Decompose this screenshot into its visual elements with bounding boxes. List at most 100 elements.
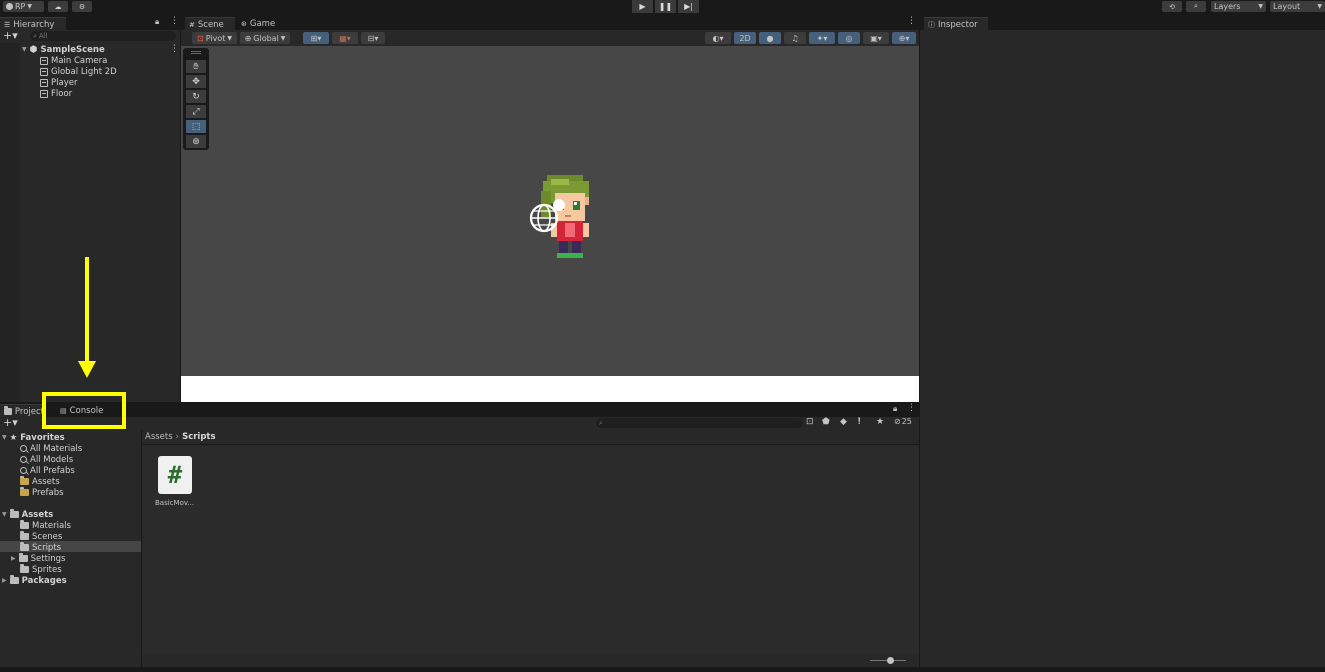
camera-settings-button[interactable]: ▣▾ xyxy=(863,32,889,44)
hidden-packages-toggle[interactable]: ⊘ 25 xyxy=(894,417,912,426)
asset-folder-label: Materials xyxy=(32,520,71,531)
rect-icon: ⬚ xyxy=(191,121,201,132)
grid-visibility-button[interactable]: ▦▾ xyxy=(332,32,358,44)
hierarchy-item[interactable]: Floor xyxy=(40,88,72,99)
expand-arrow-icon: ▶ xyxy=(2,577,7,584)
layout-dropdown[interactable]: Layout ▼ xyxy=(1270,1,1325,12)
star-icon[interactable]: ★ xyxy=(876,417,884,427)
asset-folder-label: Sprites xyxy=(32,564,62,575)
lock-icon[interactable]: 🔒︎ xyxy=(155,17,159,27)
tab-inspector[interactable]: ⓘ Inspector xyxy=(924,17,988,31)
grid-snap-button[interactable]: ⊞▾ xyxy=(303,32,329,44)
more-icon[interactable]: ⋮ xyxy=(170,16,179,26)
hierarchy-item[interactable]: Main Camera xyxy=(40,55,107,66)
step-button[interactable]: ▶| xyxy=(678,0,699,13)
pivot-icon: ⊡ xyxy=(197,33,204,43)
global-dropdown[interactable]: ⊕ Global ▼ xyxy=(240,32,290,44)
favorites-row[interactable]: ▼ ★ Favorites xyxy=(2,432,65,443)
packages-row[interactable]: ▶ Packages xyxy=(2,575,67,586)
move-tool[interactable]: ✥ xyxy=(186,75,206,88)
game-view-strip xyxy=(181,376,919,402)
tab-game[interactable]: ⊛ Game xyxy=(237,17,287,31)
collab-button[interactable]: ⚙ xyxy=(72,1,92,12)
tab-scene[interactable]: # Scene xyxy=(185,17,235,31)
transform-tool[interactable]: ⊛ xyxy=(186,135,206,148)
eye-slash-icon: ⊘ xyxy=(894,417,901,426)
favorite-item[interactable]: All Prefabs xyxy=(20,465,75,476)
tag-icon[interactable]: ◆ xyxy=(840,417,847,427)
search-icon: ⌕ xyxy=(33,31,37,40)
hierarchy-item[interactable]: Global Light 2D xyxy=(40,66,117,77)
hierarchy-search-input[interactable]: ⌕ All xyxy=(30,31,176,41)
asset-folder[interactable]: Materials xyxy=(20,520,71,531)
folder-icon xyxy=(20,542,29,551)
play-button[interactable]: ▶ xyxy=(632,0,653,13)
pivot-label: Pivot xyxy=(205,33,226,43)
asset-folder[interactable]: Sprites xyxy=(20,564,62,575)
pause-button[interactable]: ❚❚ xyxy=(655,0,676,13)
audio-toggle[interactable]: ♫ xyxy=(784,32,806,44)
cloud-button[interactable]: ☁ xyxy=(48,1,68,12)
hidden-objects-toggle[interactable]: ◎ xyxy=(838,32,860,44)
scene-viewport[interactable] xyxy=(181,46,919,376)
favorite-item[interactable]: All Materials xyxy=(20,443,82,454)
add-button[interactable]: +▾ xyxy=(3,416,18,429)
rotate-icon: ↻ xyxy=(192,91,200,102)
asset-folder-selected[interactable]: Scripts xyxy=(20,542,61,553)
favorite-item[interactable]: All Models xyxy=(20,454,73,465)
folder-icon xyxy=(9,575,19,584)
hierarchy-tabbar: ☰ Hierarchy 🔒︎ ⋮ xyxy=(0,16,180,31)
lighting-toggle[interactable]: ● xyxy=(759,32,781,44)
breadcrumb-assets[interactable]: Assets xyxy=(145,432,173,442)
hand-tool[interactable]: ✋︎ xyxy=(186,60,206,73)
asset-tile[interactable]: # BasicMov... xyxy=(155,456,205,510)
increment-snap-button[interactable]: ⊟▾ xyxy=(361,32,385,44)
rotate-tool[interactable]: ↻ xyxy=(186,90,206,103)
drag-handle-icon[interactable] xyxy=(191,51,201,54)
favorite-item-label: Prefabs xyxy=(32,487,64,498)
layers-label: Layers xyxy=(1214,2,1241,11)
search-by-type-icon[interactable]: ⊡ xyxy=(806,417,814,427)
favorite-item-label: All Materials xyxy=(30,443,83,454)
shading-mode-button[interactable]: ◐▾ xyxy=(705,32,731,44)
inspector-tabbar: ⓘ Inspector xyxy=(920,16,1325,31)
warning-icon[interactable]: ❗︎ xyxy=(858,417,860,427)
account-dropdown[interactable]: RP ▼ xyxy=(3,1,44,12)
lightbulb-icon: ● xyxy=(766,33,774,43)
gizmos-button[interactable]: ⊕▾ xyxy=(892,32,916,44)
breadcrumb-scripts[interactable]: Scripts xyxy=(182,432,215,442)
mode-2d-button[interactable]: 2D xyxy=(734,32,756,44)
favorite-item[interactable]: Assets xyxy=(20,476,60,487)
asset-folder-label: Scenes xyxy=(32,531,63,542)
more-icon[interactable]: ⋮ xyxy=(907,403,916,413)
folder-icon xyxy=(20,531,29,540)
lock-icon[interactable]: 🔒︎ xyxy=(893,404,897,414)
gameobject-icon xyxy=(40,78,48,87)
hierarchy-item[interactable]: Player xyxy=(40,77,77,88)
assets-root-row[interactable]: ▼ Assets xyxy=(2,509,53,520)
camera-icon: ▣▾ xyxy=(870,33,882,43)
player-sprite[interactable] xyxy=(521,171,621,269)
asset-folder[interactable]: ▶ Settings xyxy=(11,553,66,564)
search-by-label-icon[interactable]: ⬟ xyxy=(822,417,830,427)
hierarchy-item-label: Main Camera xyxy=(51,55,108,66)
effects-toggle[interactable]: ✦▾ xyxy=(809,32,835,44)
inspector-panel xyxy=(920,30,1325,672)
rect-tool[interactable]: ⬚ xyxy=(186,120,206,133)
scene-more-icon[interactable]: ⋮ xyxy=(170,44,179,54)
pivot-dropdown[interactable]: ⊡ Pivot ▼ xyxy=(192,32,237,44)
scene-row[interactable]: ▼ ⬢ SampleScene xyxy=(22,44,105,55)
more-icon[interactable]: ⋮ xyxy=(907,16,916,26)
history-button[interactable]: ⟲ xyxy=(1162,1,1182,12)
favorite-item-label: Assets xyxy=(32,476,60,487)
favorite-item[interactable]: Prefabs xyxy=(20,487,64,498)
breadcrumb: Assets › Scripts xyxy=(143,430,919,445)
search-button[interactable]: ⌕ xyxy=(1186,1,1206,12)
project-search-input[interactable]: ⌕ xyxy=(596,418,803,428)
scale-tool[interactable]: ⤢ xyxy=(186,105,206,118)
pause-icon: ❚❚ xyxy=(658,2,673,11)
layers-dropdown[interactable]: Layers ▼ xyxy=(1211,1,1266,12)
play-icon: ▶ xyxy=(639,2,646,11)
add-button[interactable]: +▾ xyxy=(3,29,18,42)
zoom-slider-thumb[interactable] xyxy=(887,657,894,664)
